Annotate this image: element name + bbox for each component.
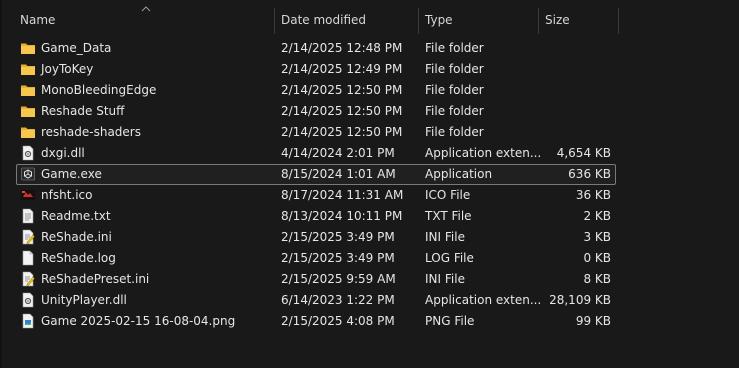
column-divider[interactable] (538, 8, 539, 34)
image-file-icon (20, 313, 36, 329)
column-header-size[interactable]: Size (545, 13, 570, 27)
file-size: 28,109 KB (549, 293, 611, 307)
file-date-modified: 2/15/2025 3:49 PM (281, 230, 395, 244)
file-row[interactable]: nfsht.ico 8/17/2024 11:31 AM ICO File 36 KB (0, 185, 739, 206)
ini-file-icon (20, 271, 36, 287)
folder-icon (20, 61, 36, 77)
file-size: 2 KB (583, 209, 611, 223)
file-type: Application exten... (425, 293, 542, 307)
file-name: nfsht.ico (41, 188, 93, 202)
file-date-modified: 8/15/2024 1:01 AM (281, 167, 396, 181)
file-name: ReShadePreset.ini (41, 272, 150, 286)
file-name: Game_Data (41, 41, 112, 55)
file-type: File folder (425, 83, 484, 97)
file-name: dxgi.dll (41, 146, 85, 160)
file-row[interactable]: Game_Data 2/14/2025 12:48 PM File folder (0, 38, 739, 59)
ico-file-icon (20, 187, 36, 203)
file-size: 636 KB (568, 167, 611, 181)
file-date-modified: 2/14/2025 12:50 PM (281, 104, 403, 118)
file-row[interactable]: ReShadePreset.ini 2/15/2025 9:59 AM INI Fi… (0, 269, 739, 290)
file-date-modified: 2/15/2025 3:49 PM (281, 251, 395, 265)
dll-file-icon (20, 292, 36, 308)
file-row[interactable]: JoyToKey 2/14/2025 12:49 PM File folder (0, 59, 739, 80)
file-name: Reshade Stuff (41, 104, 125, 118)
file-date-modified: 8/13/2024 10:11 PM (281, 209, 403, 223)
folder-icon (20, 40, 36, 56)
file-type: File folder (425, 41, 484, 55)
file-date-modified: 2/15/2025 4:08 PM (281, 314, 395, 328)
file-row[interactable]: Readme.txt 8/13/2024 10:11 PM TXT File 2 KB (0, 206, 739, 227)
file-name: ReShade.log (41, 251, 116, 265)
file-row[interactable]: ReShade.ini 2/15/2025 3:49 PM INI File 3 KB (0, 227, 739, 248)
file-date-modified: 4/14/2024 2:01 PM (281, 146, 395, 160)
file-date-modified: 2/14/2025 12:49 PM (281, 62, 403, 76)
unity-app-icon (20, 166, 36, 182)
column-header-name[interactable]: Name (20, 13, 55, 27)
ini-file-icon (20, 229, 36, 245)
column-header-bar: Name Date modified Type Size (0, 0, 739, 38)
file-name: Readme.txt (41, 209, 111, 223)
file-type: PNG File (425, 314, 475, 328)
file-name: UnityPlayer.dll (41, 293, 127, 307)
file-size: 0 KB (583, 251, 611, 265)
file-row[interactable]: Reshade Stuff 2/14/2025 12:50 PM File fold… (0, 101, 739, 122)
file-name: Game.exe (41, 167, 102, 181)
file-row[interactable]: dxgi.dll 4/14/2024 2:01 PM Application ext… (0, 143, 739, 164)
blank-file-icon (20, 250, 36, 266)
file-type: Application (425, 167, 493, 181)
folder-icon (20, 103, 36, 119)
column-divider[interactable] (418, 8, 419, 34)
file-size: 99 KB (575, 314, 611, 328)
file-type: ICO File (425, 188, 471, 202)
file-type: Application exten... (425, 146, 542, 160)
file-size: 4,654 KB (556, 146, 611, 160)
file-name: JoyToKey (41, 62, 94, 76)
file-row[interactable]: reshade-shaders 2/14/2025 12:50 PM File fo… (0, 122, 739, 143)
file-name: MonoBleedingEdge (41, 83, 157, 97)
file-type: File folder (425, 62, 484, 76)
sort-ascending-icon[interactable] (141, 5, 151, 13)
column-header-type[interactable]: Type (425, 13, 453, 27)
file-type: INI File (425, 230, 465, 244)
file-date-modified: 6/14/2023 1:22 PM (281, 293, 395, 307)
file-row[interactable]: Game.exe 8/15/2024 1:01 AM Application 636 … (0, 164, 739, 185)
file-name: ReShade.ini (41, 230, 112, 244)
folder-icon (20, 82, 36, 98)
file-date-modified: 2/14/2025 12:50 PM (281, 83, 403, 97)
folder-icon (20, 124, 36, 140)
file-type: LOG File (425, 251, 474, 265)
file-row[interactable]: Game 2025-02-15 16-08-04.png 2/15/2025 4:… (0, 311, 739, 332)
file-name: Game 2025-02-15 16-08-04.png (41, 314, 236, 328)
file-date-modified: 2/14/2025 12:50 PM (281, 125, 403, 139)
file-name: reshade-shaders (41, 125, 141, 139)
file-type: INI File (425, 272, 465, 286)
file-type: File folder (425, 104, 484, 118)
column-divider[interactable] (618, 8, 619, 34)
column-divider[interactable] (274, 8, 275, 34)
file-type: File folder (425, 125, 484, 139)
file-row[interactable]: MonoBleedingEdge 2/14/2025 12:50 PM File f… (0, 80, 739, 101)
file-size: 8 KB (583, 272, 611, 286)
column-header-date-modified[interactable]: Date modified (281, 13, 366, 27)
file-size: 36 KB (575, 188, 611, 202)
file-date-modified: 8/17/2024 11:31 AM (281, 188, 404, 202)
file-type: TXT File (425, 209, 472, 223)
dll-file-icon (20, 145, 36, 161)
file-date-modified: 2/14/2025 12:48 PM (281, 41, 403, 55)
file-date-modified: 2/15/2025 9:59 AM (281, 272, 396, 286)
file-row[interactable]: ReShade.log 2/15/2025 3:49 PM LOG File 0 KB (0, 248, 739, 269)
file-size: 3 KB (583, 230, 611, 244)
file-row[interactable]: UnityPlayer.dll 6/14/2023 1:22 PM Applicat… (0, 290, 739, 311)
text-file-icon (20, 208, 36, 224)
